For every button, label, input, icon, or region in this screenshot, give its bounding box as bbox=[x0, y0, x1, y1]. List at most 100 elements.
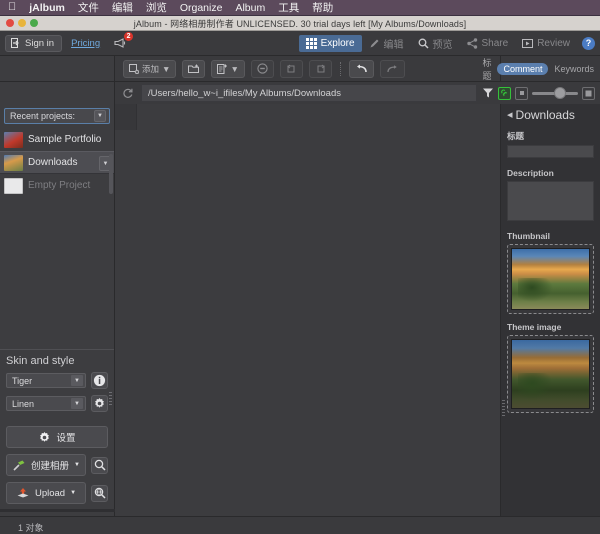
thumbnail-dropzone[interactable] bbox=[507, 244, 594, 314]
description-input[interactable] bbox=[507, 181, 594, 221]
new-page-button[interactable]: ▼ bbox=[211, 60, 244, 78]
pricing-link[interactable]: Pricing bbox=[71, 38, 100, 49]
project-label: Downloads bbox=[28, 157, 77, 168]
thumbnail-large-icon[interactable] bbox=[582, 87, 595, 100]
skin-section-title: Skin and style bbox=[6, 355, 108, 367]
menu-item-browse[interactable]: 浏览 bbox=[146, 0, 167, 15]
thumbnail-image[interactable] bbox=[511, 248, 590, 310]
recent-projects-selector[interactable]: Recent projects: ▼ bbox=[4, 108, 110, 124]
add-image-icon bbox=[129, 64, 139, 74]
album-actions: 添加 ▼ ▼ bbox=[115, 56, 500, 81]
theme-image-dropzone[interactable] bbox=[507, 335, 594, 413]
info-icon bbox=[93, 374, 106, 387]
add-media-label: 添加 bbox=[142, 63, 159, 75]
link-green-icon[interactable] bbox=[498, 87, 511, 100]
menu-item-jalbum[interactable]: jAlbum bbox=[29, 2, 65, 14]
recent-projects-label: Recent projects: bbox=[10, 111, 75, 121]
chevron-down-icon[interactable]: ▼ bbox=[70, 490, 76, 496]
status-tab-indicator bbox=[0, 509, 115, 512]
chevron-down-icon[interactable]: ▼ bbox=[74, 462, 80, 468]
style-settings-button[interactable] bbox=[91, 395, 108, 412]
tab-share[interactable]: Share bbox=[460, 35, 516, 52]
undo-button[interactable] bbox=[349, 60, 374, 78]
tab-title[interactable]: 标题 bbox=[482, 56, 491, 82]
share-icon bbox=[467, 38, 478, 49]
thumbnail-size-slider[interactable] bbox=[532, 92, 578, 95]
preview-online-button[interactable] bbox=[91, 485, 108, 502]
sidebar-scrollbar[interactable] bbox=[109, 154, 113, 194]
canvas-placeholder-tile[interactable] bbox=[115, 104, 137, 130]
project-item-empty-project[interactable]: Empty Project bbox=[0, 174, 114, 197]
help-button[interactable]: ? bbox=[582, 37, 595, 50]
new-folder-button[interactable] bbox=[182, 60, 205, 78]
rotate-right-button[interactable] bbox=[309, 60, 332, 78]
refresh-icon bbox=[122, 87, 134, 99]
top-toolbar: Sign in Pricing 2 bbox=[0, 31, 600, 56]
skin-select[interactable]: Tiger ▼ bbox=[6, 373, 86, 388]
make-album-button[interactable]: 创建相册 ▼ bbox=[6, 454, 86, 476]
project-item-sample-portfolio[interactable]: Sample Portfolio bbox=[0, 128, 114, 151]
magnifier-icon bbox=[418, 38, 429, 49]
tab-review[interactable]: Review bbox=[515, 35, 577, 52]
collapse-arrow-icon[interactable]: ◂ bbox=[507, 110, 513, 121]
properties-header: ◂ Downloads bbox=[507, 108, 594, 122]
title-input[interactable] bbox=[507, 145, 594, 158]
description-field-label: Description bbox=[507, 168, 594, 178]
menu-item-tools[interactable]: 工具 bbox=[278, 0, 299, 15]
magnifier-globe-icon bbox=[94, 487, 106, 499]
remove-button[interactable] bbox=[251, 60, 274, 78]
tab-comment[interactable]: Comment bbox=[497, 63, 548, 75]
apple-icon[interactable]:  bbox=[8, 2, 16, 13]
menu-item-edit[interactable]: 编辑 bbox=[112, 0, 133, 15]
properties-title: Downloads bbox=[516, 108, 575, 122]
panel-resize-grip[interactable] bbox=[502, 400, 505, 416]
project-label: Empty Project bbox=[28, 180, 90, 191]
filter-funnel-icon[interactable] bbox=[482, 87, 494, 99]
theme-image[interactable] bbox=[511, 339, 590, 409]
jalbum-window:  jAlbum 文件 编辑 浏览 Organize Album 工具 帮助 j… bbox=[0, 0, 600, 534]
redo-button[interactable] bbox=[380, 60, 405, 78]
skin-info-button[interactable] bbox=[91, 372, 108, 389]
sidebar-resize-grip[interactable] bbox=[109, 392, 112, 406]
menu-item-file[interactable]: 文件 bbox=[78, 0, 99, 15]
tab-keywords[interactable]: Keywords bbox=[554, 64, 594, 74]
menu-item-album[interactable]: Album bbox=[235, 2, 265, 14]
menu-item-organize[interactable]: Organize bbox=[180, 2, 223, 14]
sidebar-path-spacer bbox=[0, 82, 115, 104]
add-media-button[interactable]: 添加 ▼ bbox=[123, 60, 176, 78]
sidebar-empty-space bbox=[0, 197, 114, 349]
tab-edit-label: 编辑 bbox=[384, 36, 404, 51]
menu-item-help[interactable]: 帮助 bbox=[312, 0, 333, 15]
chevron-down-icon: ▼ bbox=[230, 64, 238, 74]
path-input[interactable]: /Users/hello_w~i_ifiles/My Albums/Downlo… bbox=[141, 84, 477, 102]
chevron-down-icon[interactable]: ▼ bbox=[71, 398, 83, 409]
sign-in-icon bbox=[11, 38, 21, 48]
tab-explore[interactable]: Explore bbox=[299, 35, 362, 52]
album-canvas-inner[interactable] bbox=[115, 104, 500, 516]
preview-album-button[interactable] bbox=[91, 457, 108, 474]
settings-row: 设置 bbox=[6, 426, 108, 448]
slider-knob[interactable] bbox=[554, 87, 566, 99]
folder-plus-icon bbox=[188, 64, 199, 74]
settings-button[interactable]: 设置 bbox=[6, 426, 108, 448]
action-toolbar-row: 添加 ▼ ▼ bbox=[0, 56, 600, 82]
thumbnail-small-icon[interactable] bbox=[515, 87, 528, 100]
sidebar-toolbar-spacer bbox=[0, 56, 115, 81]
tab-preview[interactable]: 预览 bbox=[411, 33, 460, 54]
rotate-left-button[interactable] bbox=[280, 60, 303, 78]
chevron-down-icon[interactable]: ▼ bbox=[94, 110, 106, 122]
gear-icon bbox=[38, 431, 51, 444]
project-item-downloads[interactable]: Downloads ▼ bbox=[0, 151, 114, 174]
announcements-button[interactable]: 2 bbox=[109, 36, 131, 50]
tab-edit[interactable]: 编辑 bbox=[362, 33, 411, 54]
path-area: /Users/hello_w~i_ifiles/My Albums/Downlo… bbox=[115, 82, 480, 104]
make-album-label: 创建相册 bbox=[31, 458, 69, 472]
refresh-button[interactable] bbox=[115, 83, 141, 103]
notification-badge: 2 bbox=[124, 32, 133, 41]
style-select[interactable]: Linen ▼ bbox=[6, 396, 86, 411]
upload-button[interactable]: Upload ▼ bbox=[6, 482, 86, 504]
window-title-bar: jAlbum - 网络相册制作者 UNLICENSED. 30 trial da… bbox=[0, 16, 600, 31]
album-canvas[interactable] bbox=[115, 104, 500, 516]
chevron-down-icon[interactable]: ▼ bbox=[71, 375, 83, 386]
sign-in-button[interactable]: Sign in bbox=[5, 35, 62, 52]
